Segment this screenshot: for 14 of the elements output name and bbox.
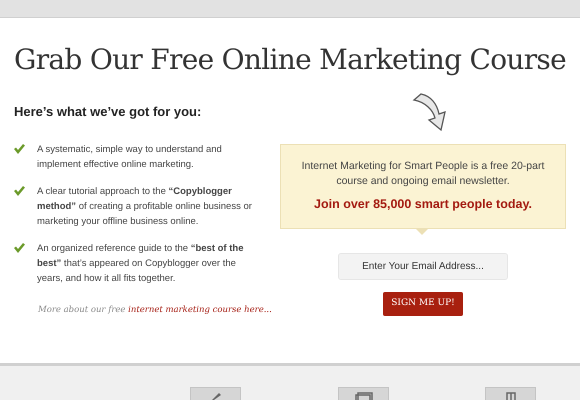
email-field[interactable]: Enter Your Email Address... — [338, 252, 508, 280]
section-heading: Here’s what we’ve got for you: — [14, 103, 202, 121]
stacked-windows-icon — [354, 392, 372, 400]
offer-highlight: Join over 85,000 smart people today. — [314, 196, 532, 213]
page-title: Grab Our Free Online Marketing Course — [13, 46, 567, 74]
more-text: More about our free internet marketing course here... — [38, 304, 270, 316]
feature-text: A systematic, simple way to understand and implement effective online marketing. — [37, 142, 223, 172]
feature-text: A clear tutorial approach to the “Copyblogger method” of creating a profitable online business or marketing your offline business online. — [37, 184, 252, 228]
offer-text: Internet Marketing for Smart People is a free 20-part course and ongoing email newsletter. — [300, 159, 546, 189]
feature-text: An organized reference guide to the “best of the best” that’s appeared on Copyblogger over the years, and how it all fits together. — [37, 242, 244, 286]
course-link[interactable]: internet marketing course here... — [128, 304, 272, 314]
sign-up-button[interactable]: SIGN ME UP! — [383, 292, 463, 316]
layout-grid-icon — [506, 392, 516, 400]
pencil-icon — [210, 392, 222, 400]
